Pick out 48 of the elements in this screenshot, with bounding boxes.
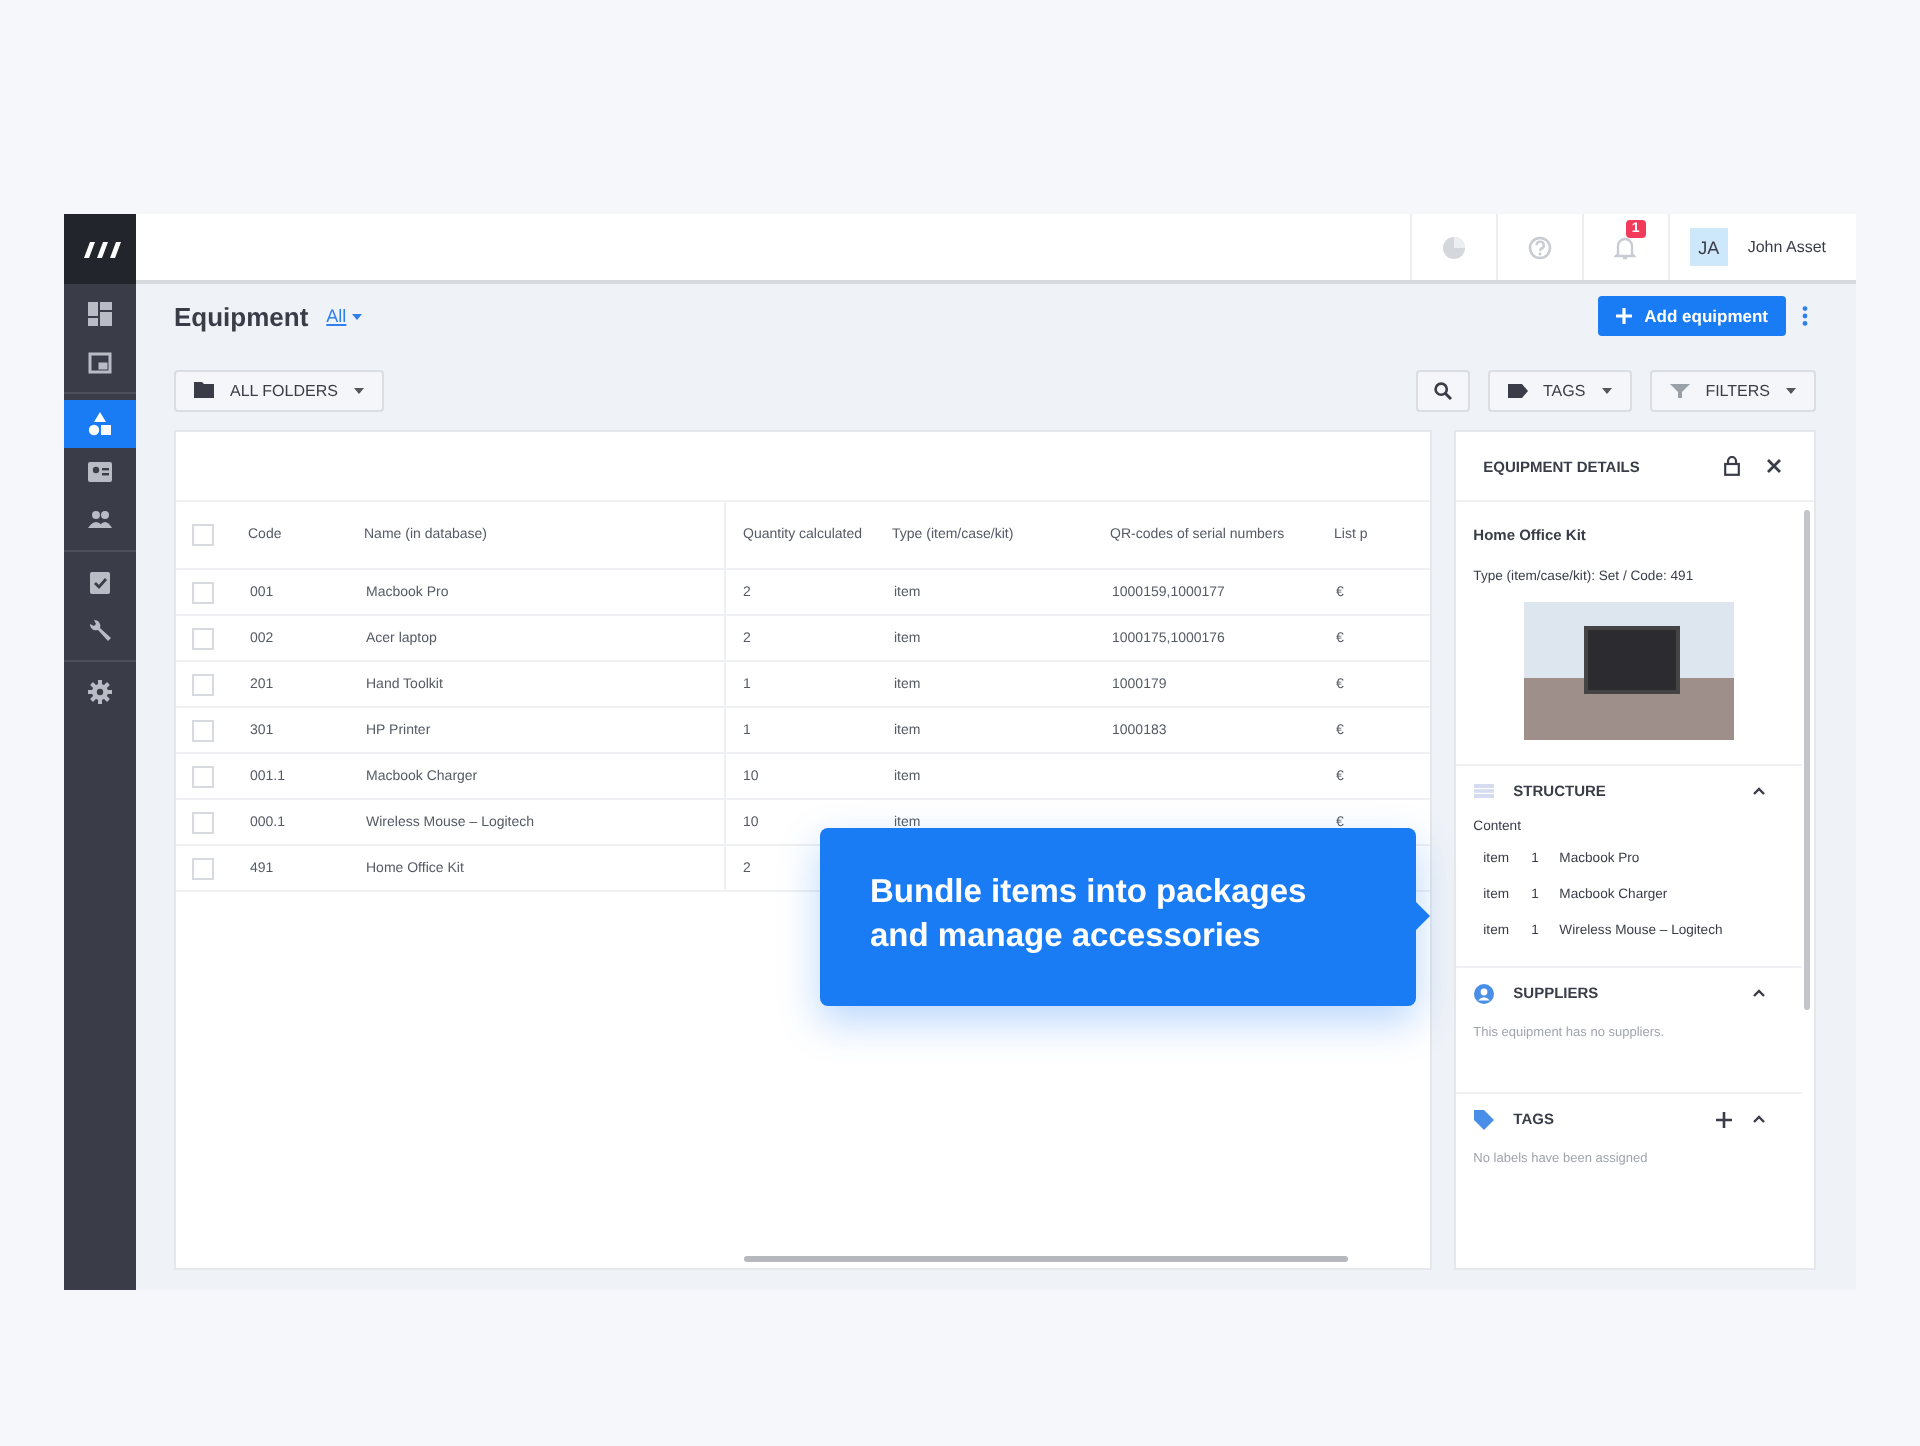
bell-icon[interactable] <box>1614 235 1637 259</box>
page-title: Equipment <box>174 301 309 331</box>
tag-icon <box>1507 383 1527 397</box>
tag-icon <box>1473 1109 1494 1129</box>
plus-icon[interactable] <box>1716 1111 1732 1127</box>
row-checkbox[interactable] <box>192 627 214 649</box>
horizontal-scrollbar[interactable] <box>744 1256 1348 1262</box>
tooltip: Bundle items into packages and manage accessories <box>820 828 1430 1006</box>
clipboard-icon <box>88 570 112 594</box>
lock-icon[interactable] <box>1724 456 1740 476</box>
row-checkbox[interactable] <box>192 719 214 741</box>
search-icon <box>1433 381 1451 399</box>
filter-icon <box>1669 383 1690 397</box>
gear-icon <box>88 680 112 704</box>
tags-dropdown[interactable]: TAGS <box>1487 369 1632 411</box>
add-equipment-button[interactable]: Add equipment <box>1598 296 1786 336</box>
row-checkbox[interactable] <box>192 765 214 787</box>
filters-dropdown[interactable]: FILTERS <box>1649 369 1816 411</box>
select-all-checkbox[interactable] <box>192 524 214 546</box>
wrench-icon <box>88 618 112 642</box>
sidebar-item[interactable] <box>64 400 136 448</box>
structure-icon <box>1473 784 1494 798</box>
chevron-icon[interactable] <box>1752 988 1766 998</box>
folders-dropdown[interactable]: ALL FOLDERS <box>174 369 384 411</box>
plus-icon <box>1616 308 1633 324</box>
boxes-icon <box>88 412 112 436</box>
chevron-icon[interactable] <box>1752 1114 1766 1124</box>
row-checkbox[interactable] <box>192 811 214 833</box>
row-checkbox[interactable] <box>192 673 214 695</box>
vertical-scrollbar[interactable] <box>1804 510 1810 1010</box>
chevron-icon[interactable] <box>1752 786 1766 796</box>
calendar-icon <box>88 350 112 374</box>
user-avatar[interactable]: JA <box>1689 228 1728 266</box>
person-icon <box>1473 983 1494 1003</box>
caret-icon <box>1786 387 1796 393</box>
caret-icon <box>1601 387 1612 393</box>
folder-icon <box>194 382 214 398</box>
close-icon[interactable] <box>1766 458 1782 474</box>
caret-icon <box>353 387 364 393</box>
row-checkbox[interactable] <box>192 581 214 603</box>
dashboard-icon <box>88 302 112 326</box>
row-checkbox[interactable] <box>192 857 214 879</box>
id-card-icon <box>88 460 112 484</box>
people-icon <box>88 508 112 532</box>
user-name: John Asset <box>1747 238 1826 256</box>
more-options-icon[interactable] <box>1802 306 1808 326</box>
search-button[interactable] <box>1415 369 1469 411</box>
caret-icon <box>352 313 363 319</box>
